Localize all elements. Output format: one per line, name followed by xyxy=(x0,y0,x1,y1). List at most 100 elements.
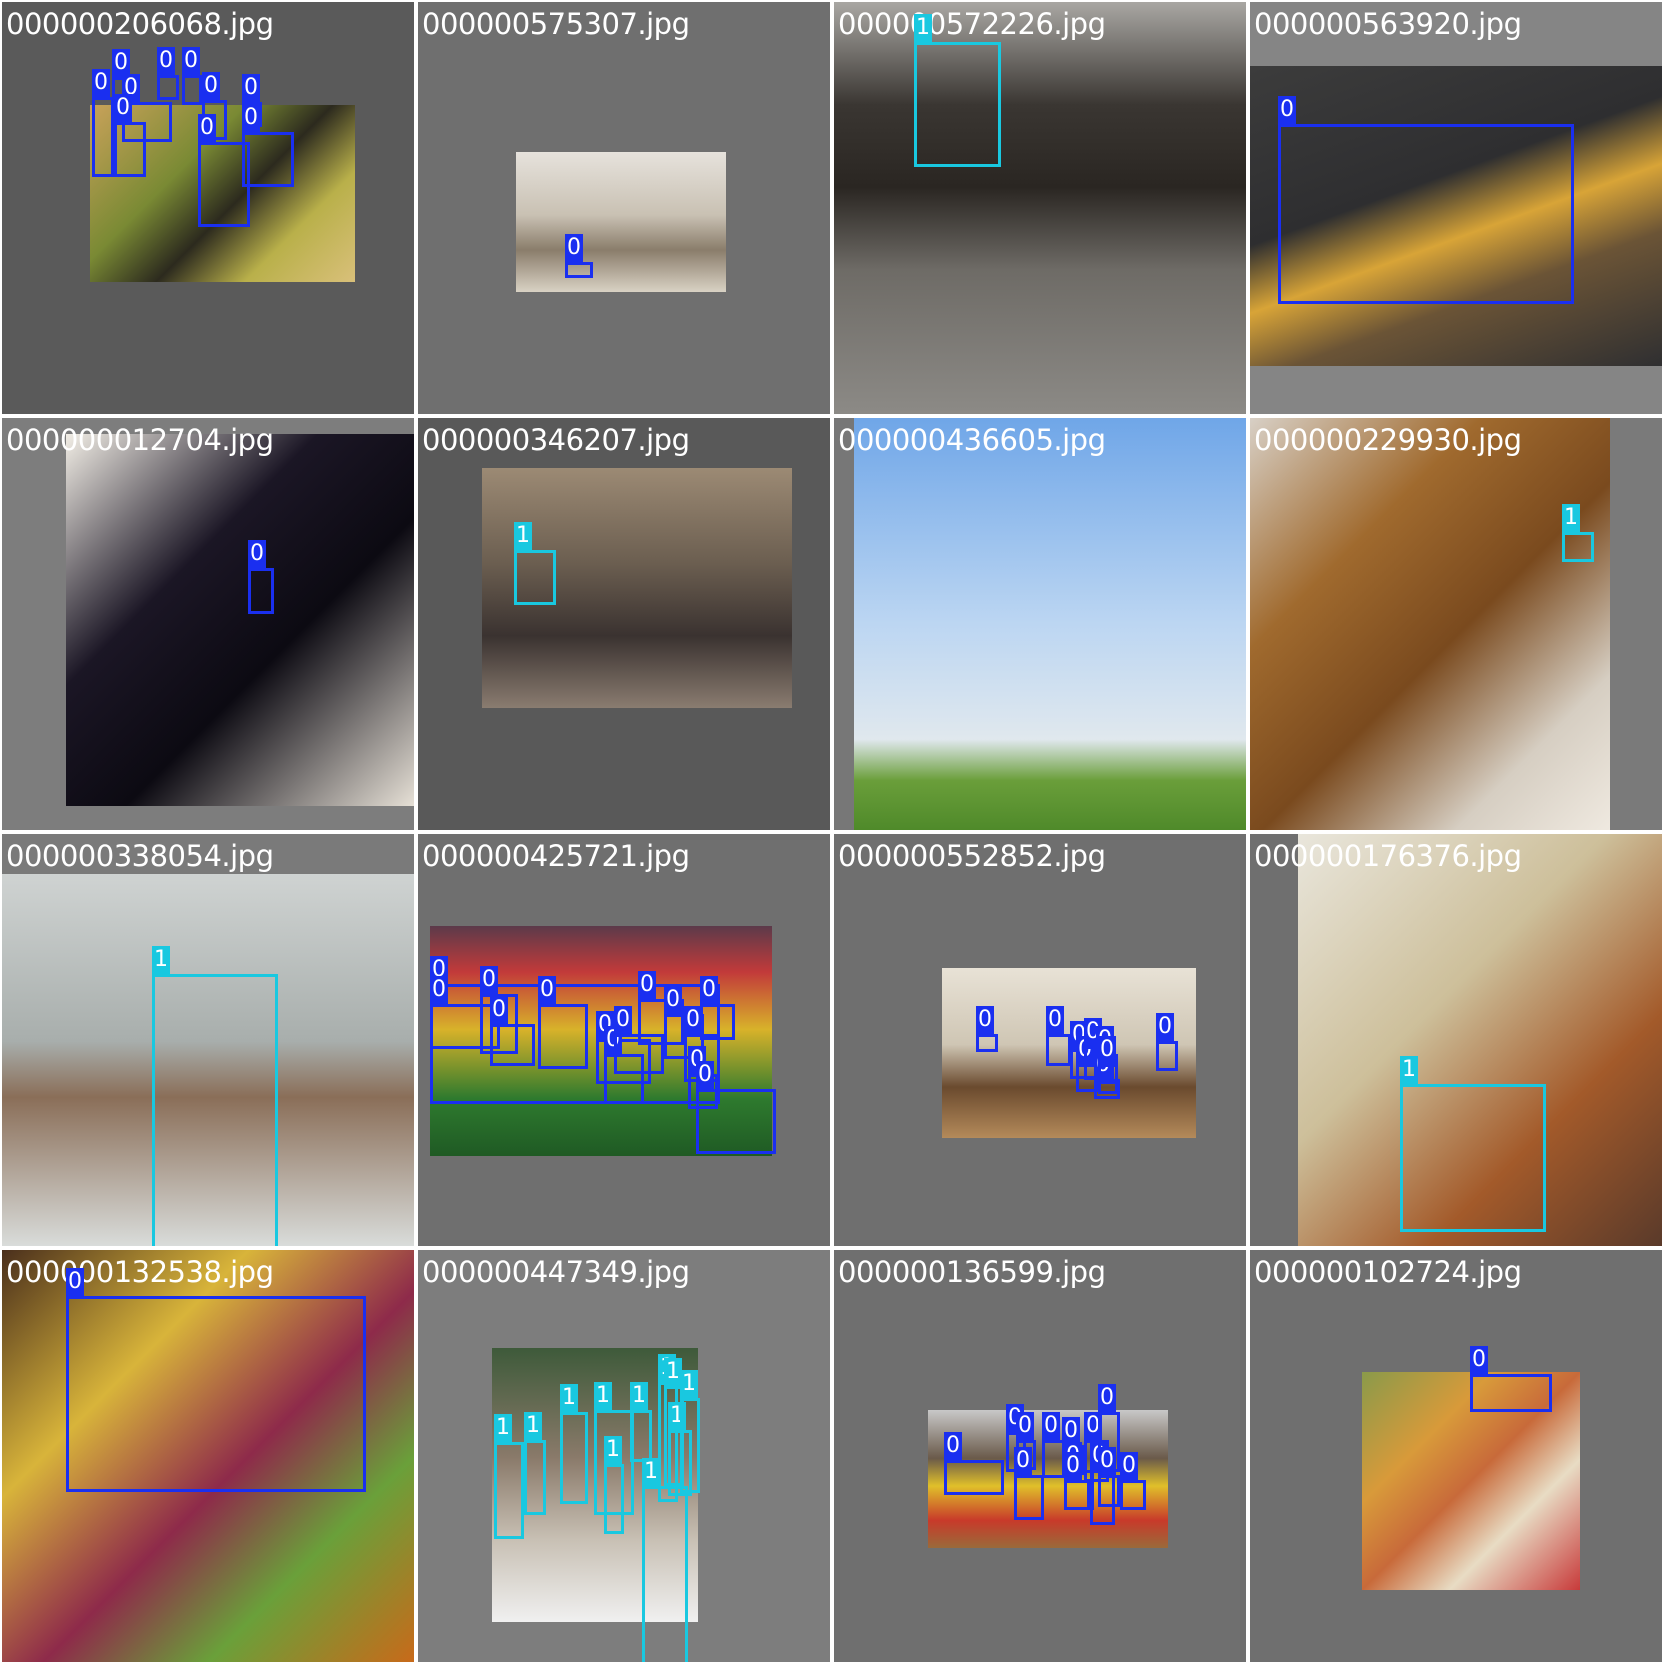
tile-filename: 000000338054.jpg xyxy=(6,839,274,873)
mosaic-tile[interactable]: 000000436605.jpg xyxy=(834,418,1246,830)
detection-label: 0 xyxy=(1098,1447,1116,1475)
detection-label: 1 xyxy=(642,1458,660,1486)
detection-label: 1 xyxy=(594,1382,612,1410)
detection-label: 0 xyxy=(242,74,260,102)
detection-box xyxy=(604,1464,624,1534)
tile-filename: 000000206068.jpg xyxy=(6,7,274,41)
detection-label: 0 xyxy=(1014,1447,1032,1475)
detection-box xyxy=(114,122,146,177)
tile-photo xyxy=(66,434,414,806)
detection-label: 0 xyxy=(700,976,718,1004)
detection-label: 0 xyxy=(1046,1006,1064,1034)
mosaic-tile[interactable]: 000000346207.jpg 1 xyxy=(418,418,830,830)
detection-label: 0 xyxy=(976,1006,994,1034)
detection-box xyxy=(66,1296,366,1492)
tile-filename: 000000136599.jpg xyxy=(838,1255,1106,1289)
detection-box xyxy=(248,568,274,614)
tile-filename: 000000229930.jpg xyxy=(1254,423,1522,457)
detection-box xyxy=(1156,1041,1178,1071)
detection-label: 0 xyxy=(198,114,216,142)
detection-label: 0 xyxy=(182,47,200,75)
detection-box xyxy=(514,550,556,605)
detection-box xyxy=(1278,124,1574,304)
mosaic-tile[interactable]: 000000425721.jpg 0 0 0 0 0 0 0 0 0 0 0 0 0 0 xyxy=(418,834,830,1246)
detection-box xyxy=(914,42,1001,167)
tile-filename: 000000012704.jpg xyxy=(6,423,274,457)
detection-label: 1 xyxy=(514,522,532,550)
detection-label: 0 xyxy=(638,971,656,999)
tile-filename: 000000176376.jpg xyxy=(1254,839,1522,873)
mosaic-tile[interactable]: 000000176376.jpg 1 xyxy=(1250,834,1662,1246)
tile-filename: 000000346207.jpg xyxy=(422,423,690,457)
detection-box xyxy=(976,1034,998,1052)
detection-label: 0 xyxy=(1016,1412,1034,1440)
tile-photo xyxy=(1250,418,1610,830)
detection-label: 1 xyxy=(630,1382,648,1410)
detection-label: 0 xyxy=(490,996,508,1024)
mosaic-tile[interactable]: 000000102724.jpg 0 xyxy=(1250,1250,1662,1662)
mosaic-tile[interactable]: 000000572226.jpg 1 xyxy=(834,2,1246,414)
detection-label: 1 xyxy=(914,14,932,42)
detection-label: 0 xyxy=(1098,1036,1116,1064)
detection-box xyxy=(700,1004,735,1040)
detection-box xyxy=(157,75,179,100)
detection-label: 0 xyxy=(157,47,175,75)
mosaic-tile[interactable]: 000000338054.jpg 1 xyxy=(2,834,414,1246)
detection-box xyxy=(1120,1480,1146,1510)
detection-label: 1 xyxy=(524,1412,542,1440)
mosaic-tile[interactable]: 000000136599.jpg0000000000000 xyxy=(834,1250,1246,1662)
detection-box xyxy=(642,1486,688,1662)
detection-box xyxy=(696,1089,776,1154)
tile-filename: 000000552852.jpg xyxy=(838,839,1106,873)
detection-label: 1 xyxy=(680,1370,698,1398)
detection-box xyxy=(1098,1475,1120,1507)
detection-box xyxy=(538,1004,588,1069)
mosaic-tile[interactable]: 000000563920.jpg 0 xyxy=(1250,2,1662,414)
detection-label: 1 xyxy=(1400,1056,1418,1084)
detection-box xyxy=(524,1440,546,1515)
detection-label: 0 xyxy=(114,94,132,122)
detection-label: 0 xyxy=(1470,1346,1488,1374)
tile-photo xyxy=(516,152,726,292)
tile-filename: 000000563920.jpg xyxy=(1254,7,1522,41)
detection-label: 0 xyxy=(565,234,583,262)
detection-box xyxy=(92,97,114,177)
tile-filename: 000000447349.jpg xyxy=(422,1255,690,1289)
detection-label: 0 xyxy=(664,986,682,1014)
tile-photo xyxy=(834,2,1246,414)
detection-label: 0 xyxy=(1278,96,1296,124)
detection-box xyxy=(242,132,294,187)
detection-label: 0 xyxy=(614,1006,632,1034)
detection-label: 0 xyxy=(1098,1384,1116,1412)
mosaic-tile[interactable]: 000000447349.jpg11111111111 xyxy=(418,1250,830,1662)
mosaic-tile[interactable]: 000000206068.jpg 0 0 0 0 0 0 0 0 0 0 xyxy=(2,2,414,414)
detection-box xyxy=(565,262,593,278)
detection-box xyxy=(494,1442,524,1539)
detection-box xyxy=(1098,1064,1118,1094)
detection-label: 0 xyxy=(112,49,130,77)
detection-box xyxy=(182,75,202,105)
mosaic-grid: 000000206068.jpg 0 0 0 0 0 0 0 0 0 0 000000575307.j… xyxy=(0,0,1664,1664)
detection-label: 0 xyxy=(696,1061,714,1089)
detection-box xyxy=(1014,1475,1044,1520)
detection-label: 0 xyxy=(430,976,448,1004)
mosaic-tile[interactable]: 000000229930.jpg 1 xyxy=(1250,418,1662,830)
tile-filename: 000000425721.jpg xyxy=(422,839,690,873)
detection-label: 0 xyxy=(242,104,260,132)
detection-label: 0 xyxy=(538,976,556,1004)
mosaic-tile[interactable]: 000000552852.jpg000000000 xyxy=(834,834,1246,1246)
detection-box xyxy=(630,1410,652,1462)
detection-label: 1 xyxy=(604,1436,622,1464)
mosaic-tile[interactable]: 000000132538.jpg 0 xyxy=(2,1250,414,1662)
detection-label: 1 xyxy=(560,1384,578,1412)
detection-box xyxy=(944,1460,1004,1495)
detection-label: 0 xyxy=(1062,1417,1080,1445)
detection-label: 0 xyxy=(66,1268,84,1296)
detection-label: 1 xyxy=(1562,504,1580,532)
mosaic-tile[interactable]: 000000575307.jpg 0 xyxy=(418,2,830,414)
mosaic-tile[interactable]: 000000012704.jpg 0 xyxy=(2,418,414,830)
detection-label: 0 xyxy=(1156,1013,1174,1041)
detection-box xyxy=(152,974,278,1246)
detection-box xyxy=(1064,1480,1090,1510)
detection-box xyxy=(490,1024,535,1066)
